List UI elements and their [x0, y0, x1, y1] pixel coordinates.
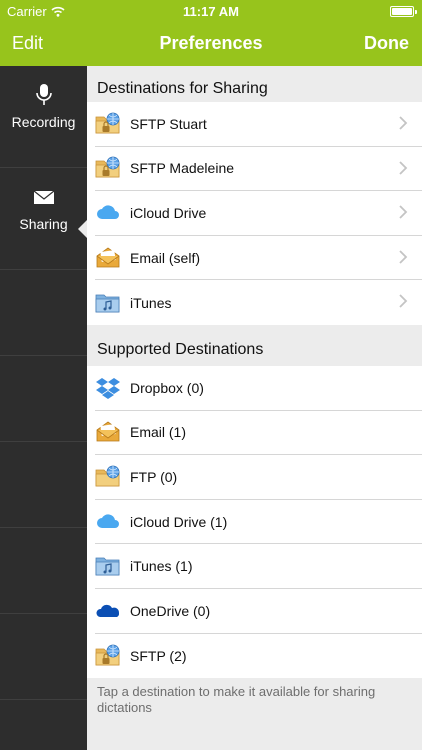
- microphone-icon: [35, 84, 52, 105]
- list-item-label: iCloud Drive (1): [130, 513, 228, 530]
- list-item[interactable]: OneDrive (0): [95, 589, 422, 634]
- sidebar-empty-slot: [0, 356, 87, 442]
- list-item[interactable]: Email (self): [95, 236, 422, 281]
- dropbox-icon: [96, 377, 120, 399]
- itunes-folder-icon: [95, 294, 120, 313]
- list-item[interactable]: Dropbox (0): [95, 366, 422, 411]
- sidebar-empty-slot: [0, 270, 87, 356]
- list-item[interactable]: iTunes: [95, 280, 422, 325]
- onedrive-icon: [96, 604, 120, 617]
- list-item-label: SFTP Stuart: [130, 115, 207, 132]
- app-header: Carrier 11:17 AM Edit Preferences Done: [0, 0, 422, 66]
- list-item-label: iTunes: [130, 294, 172, 311]
- main-content: Destinations for Sharing SFTP Stuart SFT…: [87, 66, 422, 750]
- supported-section: Supported Destinations Dropbox (0) Email…: [87, 325, 422, 722]
- sidebar-item-label: Sharing: [19, 216, 68, 232]
- chevron-right-icon: [399, 250, 408, 264]
- list-item-label: iTunes (1): [130, 558, 193, 575]
- list-item-label: iCloud Drive: [130, 204, 207, 221]
- status-time: 11:17 AM: [183, 4, 239, 19]
- list-item-label: Email (1): [130, 424, 187, 441]
- battery-icon: [390, 6, 417, 17]
- list-item[interactable]: Email (1): [95, 411, 422, 456]
- list-item-label: OneDrive (0): [130, 602, 211, 619]
- sidebar: Recording Sharing: [0, 66, 87, 750]
- list-item[interactable]: SFTP Stuart: [95, 102, 422, 147]
- ftp-folder-icon: [95, 464, 121, 490]
- footer-note: Tap a destination to make it available f…: [97, 684, 376, 716]
- sidebar-empty-slot: [0, 442, 87, 528]
- sidebar-empty-slot: [0, 528, 87, 614]
- chevron-right-icon: [399, 205, 408, 219]
- chevron-right-icon: [399, 294, 408, 309]
- navigation-bar: Edit Preferences Done: [0, 22, 422, 66]
- list-item-label: SFTP Madeleine: [130, 160, 235, 177]
- sidebar-item-sharing[interactable]: Sharing: [0, 184, 87, 270]
- sftp-folder-icon: [95, 643, 121, 669]
- sidebar-empty-slot: [0, 614, 87, 700]
- section-header-supported: Supported Destinations: [97, 340, 264, 358]
- status-bar: Carrier 11:17 AM: [0, 0, 422, 22]
- sidebar-item-label: Recording: [11, 114, 76, 130]
- icloud-icon: [97, 513, 119, 528]
- email-icon: [96, 421, 120, 442]
- chevron-right-icon: [399, 116, 408, 130]
- icloud-icon: [97, 205, 119, 219]
- list-item-label: FTP (0): [130, 468, 178, 485]
- list-item[interactable]: iCloud Drive (1): [95, 500, 422, 545]
- section-header-sharing: Destinations for Sharing: [97, 80, 268, 97]
- list-item[interactable]: iCloud Drive: [95, 191, 422, 236]
- chevron-right-icon: [399, 160, 408, 175]
- list-item[interactable]: iTunes (1): [95, 544, 422, 589]
- email-icon: [96, 247, 120, 267]
- list-item-label: Email (self): [130, 249, 201, 266]
- sftp-folder-icon: [95, 111, 121, 137]
- list-item-label: Dropbox (0): [130, 379, 204, 396]
- sharing-section: Destinations for Sharing SFTP Stuart SFT…: [87, 66, 422, 325]
- sftp-folder-icon: [95, 155, 121, 181]
- list-item[interactable]: SFTP Madeleine: [95, 147, 422, 192]
- sidebar-item-recording[interactable]: Recording: [0, 82, 87, 168]
- done-button[interactable]: Done: [364, 33, 409, 54]
- list-item-label: SFTP (2): [130, 647, 187, 664]
- envelope-icon: [33, 190, 54, 204]
- page-title: Preferences: [159, 33, 263, 53]
- list-item[interactable]: FTP (0): [95, 455, 422, 500]
- itunes-folder-icon: [95, 557, 120, 576]
- list-item[interactable]: SFTP (2): [95, 634, 422, 679]
- supported-list: Dropbox (0) Email (1) FTP (0) iCloud Dri…: [87, 365, 422, 679]
- sharing-list: SFTP Stuart SFTP Madeleine iCloud Drive: [87, 102, 422, 325]
